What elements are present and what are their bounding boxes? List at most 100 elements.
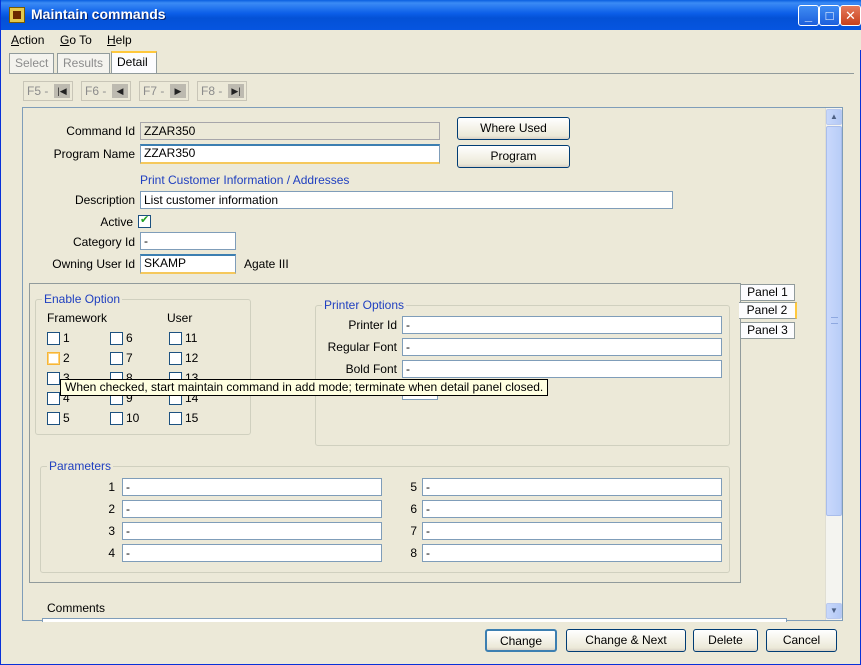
parameter-8-label: 8: [410, 546, 417, 560]
enable-option-title: Enable Option: [42, 292, 123, 306]
parameter-8-field[interactable]: -: [422, 544, 722, 562]
description-label: Description: [74, 193, 135, 207]
command-id-field[interactable]: ZZAR350: [140, 122, 440, 140]
parameter-5-label: 5: [410, 480, 417, 494]
comments-label: Comments: [47, 601, 106, 615]
panel-1-tab[interactable]: Panel 1: [741, 284, 795, 301]
active-label: Active: [100, 215, 133, 229]
enable-option-10-checkbox[interactable]: [110, 412, 123, 425]
enable-option-3-checkbox[interactable]: [47, 372, 60, 385]
main-window: Maintain commands _ □ ✕ Action Go To Hel…: [0, 0, 861, 665]
last-record-icon: ▶|: [228, 84, 244, 98]
printer-options-title: Printer Options: [322, 298, 407, 312]
program-button[interactable]: Program: [457, 145, 570, 168]
parameter-4-label: 4: [108, 546, 115, 560]
last-record-button[interactable]: F8 - ▶|: [197, 81, 247, 101]
enable-option-tooltip: When checked, start maintain command in …: [60, 379, 549, 396]
owning-user-id-field[interactable]: SKAMP: [140, 254, 236, 274]
comments-field[interactable]: [42, 618, 787, 622]
last-record-label: F8 -: [201, 84, 223, 98]
tab-divider: [9, 73, 854, 74]
next-record-icon: ▶: [170, 84, 186, 98]
menu-go-to[interactable]: Go To: [60, 30, 92, 50]
scroll-up-icon[interactable]: ▲: [826, 109, 842, 125]
command-id-label: Command Id: [66, 124, 135, 138]
parameter-4-field[interactable]: -: [122, 544, 382, 562]
menu-help[interactable]: Help: [107, 30, 132, 50]
printer-id-field[interactable]: -: [402, 316, 722, 334]
enable-option-1-checkbox[interactable]: [47, 332, 60, 345]
enable-option-5-checkbox[interactable]: [47, 412, 60, 425]
tab-results[interactable]: Results: [57, 53, 110, 73]
enable-option-7-checkbox[interactable]: [110, 352, 123, 365]
delete-button[interactable]: Delete: [693, 629, 758, 652]
tab-select[interactable]: Select: [9, 53, 54, 73]
parameter-1-field[interactable]: -: [122, 478, 382, 496]
minimize-button[interactable]: _: [798, 5, 819, 26]
app-icon[interactable]: [9, 7, 25, 23]
next-record-button[interactable]: F7 - ▶: [139, 81, 189, 101]
scroll-down-icon[interactable]: ▼: [826, 603, 842, 619]
enable-option-6-checkbox[interactable]: [110, 332, 123, 345]
tab-detail[interactable]: Detail: [111, 51, 157, 73]
enable-option-12-checkbox[interactable]: [169, 352, 182, 365]
parameter-1-label: 1: [108, 480, 115, 494]
panel-2-tab[interactable]: Panel 2: [739, 302, 797, 319]
enable-option-12-label: 12: [185, 351, 199, 365]
enable-option-15-checkbox[interactable]: [169, 412, 182, 425]
where-used-button[interactable]: Where Used: [457, 117, 570, 140]
regular-font-label: Regular Font: [327, 340, 397, 354]
panel-3-tab[interactable]: Panel 3: [741, 322, 795, 339]
window-title: Maintain commands: [31, 6, 166, 22]
parameter-7-label: 7: [410, 524, 417, 538]
enable-option-2-checkbox[interactable]: [47, 352, 60, 365]
cancel-button[interactable]: Cancel: [766, 629, 837, 652]
prev-record-button[interactable]: F6 - ◀: [81, 81, 131, 101]
maximize-button[interactable]: □: [819, 5, 840, 26]
enable-option-1-label: 1: [63, 331, 70, 345]
parameter-6-label: 6: [410, 502, 417, 516]
enable-option-2-label: 2: [63, 351, 70, 365]
first-record-icon: |◀: [54, 84, 70, 98]
enable-option-11-checkbox[interactable]: [169, 332, 182, 345]
title-bar[interactable]: Maintain commands _ □ ✕: [1, 0, 861, 30]
change-button[interactable]: Change: [485, 629, 557, 652]
parameter-6-field[interactable]: -: [422, 500, 722, 518]
prev-record-icon: ◀: [112, 84, 128, 98]
bold-font-label: Bold Font: [345, 362, 397, 376]
enable-option-7-label: 7: [126, 351, 133, 365]
prev-record-label: F6 -: [85, 84, 107, 98]
program-name-label: Program Name: [53, 147, 135, 161]
enable-option-11-label: 11: [185, 331, 198, 345]
enable-option-10-label: 10: [126, 411, 140, 425]
parameter-3-field[interactable]: -: [122, 522, 382, 540]
parameter-7-field[interactable]: -: [422, 522, 722, 540]
enable-option-4-checkbox[interactable]: [47, 392, 60, 405]
menu-bar: Action Go To Help: [1, 30, 861, 50]
active-checkbox[interactable]: [138, 213, 151, 228]
owning-user-id-label: Owning User Id: [52, 257, 135, 271]
enable-option-15-label: 15: [185, 411, 199, 425]
user-label: User: [167, 311, 193, 325]
printer-id-label: Printer Id: [348, 318, 397, 332]
parameter-3-label: 3: [108, 524, 115, 538]
change-next-button[interactable]: Change & Next: [566, 629, 686, 652]
vertical-scrollbar[interactable]: ▲ ▼: [825, 108, 842, 620]
enable-option-5-label: 5: [63, 411, 70, 425]
menu-action[interactable]: Action: [11, 30, 44, 50]
regular-font-field[interactable]: -: [402, 338, 722, 356]
owner-name: Agate III: [244, 257, 289, 271]
program-name-field[interactable]: ZZAR350: [140, 144, 440, 164]
program-description: Print Customer Information / Addresses: [140, 173, 350, 187]
next-record-label: F7 -: [143, 84, 165, 98]
first-record-button[interactable]: F5 - |◀: [23, 81, 73, 101]
close-button[interactable]: ✕: [840, 5, 861, 26]
bold-font-field[interactable]: -: [402, 360, 722, 378]
description-field[interactable]: List customer information: [140, 191, 673, 209]
category-id-label: Category Id: [72, 235, 135, 249]
parameter-5-field[interactable]: -: [422, 478, 722, 496]
parameter-2-field[interactable]: -: [122, 500, 382, 518]
enable-option-6-label: 6: [126, 331, 133, 345]
category-id-field[interactable]: -: [140, 232, 236, 250]
scroll-thumb[interactable]: [826, 126, 842, 516]
